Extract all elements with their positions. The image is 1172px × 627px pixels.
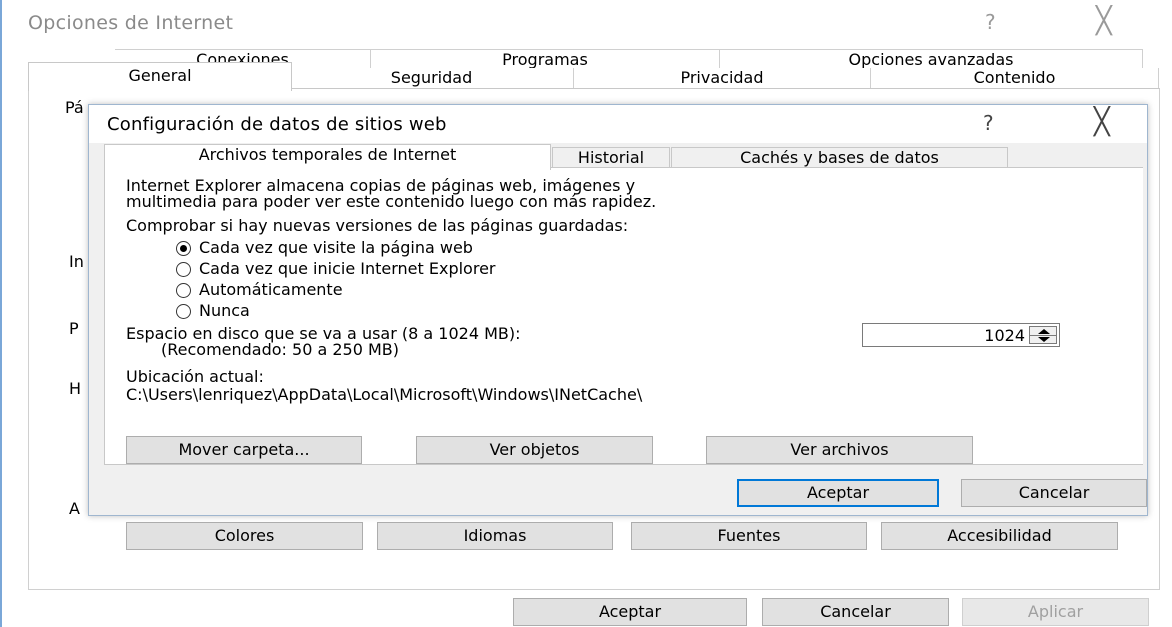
- help-icon[interactable]: ?: [985, 10, 996, 34]
- section-label-peek: A: [69, 499, 80, 518]
- disk-space-value[interactable]: 1024: [984, 326, 1025, 345]
- radio-every-start[interactable]: [176, 262, 191, 277]
- dialog-titlebar: Configuración de datos de sitios web ? ╳: [89, 105, 1147, 143]
- view-objects-button[interactable]: Ver objetos: [416, 436, 653, 464]
- tab-privacidad[interactable]: Privacidad: [574, 68, 871, 90]
- disk-space-recommended: (Recomendado: 50 a 250 MB): [161, 340, 400, 359]
- radio-label[interactable]: Automáticamente: [199, 281, 343, 299]
- section-label-peek: Pá: [65, 98, 84, 117]
- window-left-edge: [0, 0, 2, 627]
- current-location-path: C:\Users\lenriquez\AppData\Local\Microso…: [126, 385, 643, 404]
- tab-temporary-files[interactable]: Archivos temporales de Internet: [104, 144, 551, 170]
- help-icon[interactable]: ?: [983, 111, 994, 135]
- radio-label[interactable]: Cada vez que visite la página web: [199, 239, 473, 257]
- section-label-peek: H: [69, 379, 82, 398]
- website-data-settings-dialog: Configuración de datos de sitios web ? ╳…: [88, 104, 1148, 516]
- move-folder-button[interactable]: Mover carpeta...: [126, 436, 362, 464]
- close-icon[interactable]: ╳: [1094, 107, 1110, 137]
- colors-button[interactable]: Colores: [126, 522, 363, 550]
- ok-button[interactable]: Aceptar: [513, 598, 747, 626]
- accessibility-button[interactable]: Accesibilidad: [881, 522, 1118, 550]
- languages-button[interactable]: Idiomas: [377, 522, 613, 550]
- description-text: multimedia para poder ver este contenido…: [126, 192, 657, 211]
- view-files-button[interactable]: Ver archivos: [706, 436, 973, 464]
- cancel-button[interactable]: Cancelar: [762, 598, 949, 626]
- tab-contenido[interactable]: Contenido: [871, 68, 1159, 90]
- tab-seguridad[interactable]: Seguridad: [290, 68, 574, 90]
- tab-general[interactable]: General: [28, 62, 292, 91]
- temporary-files-panel: Internet Explorer almacena copias de pág…: [104, 167, 1143, 465]
- radio-never[interactable]: [176, 304, 191, 319]
- section-label-peek: P: [69, 319, 79, 338]
- ok-button[interactable]: Aceptar: [737, 479, 939, 507]
- apply-button[interactable]: Aplicar: [962, 598, 1149, 626]
- cancel-button[interactable]: Cancelar: [961, 479, 1147, 507]
- radio-label[interactable]: Nunca: [199, 302, 250, 320]
- disk-space-stepper[interactable]: 1024: [862, 323, 1060, 347]
- arrow-up-icon[interactable]: [1038, 329, 1050, 334]
- check-versions-label: Comprobar si hay nuevas versiones de las…: [126, 216, 629, 235]
- radio-every-visit[interactable]: [176, 241, 191, 256]
- spinner-arrows[interactable]: [1029, 326, 1057, 344]
- radio-automatic[interactable]: [176, 283, 191, 298]
- arrow-down-icon[interactable]: [1038, 337, 1050, 342]
- fonts-button[interactable]: Fuentes: [631, 522, 867, 550]
- radio-label[interactable]: Cada vez que inicie Internet Explorer: [199, 260, 495, 278]
- close-icon[interactable]: ╳: [1096, 6, 1112, 36]
- section-label-peek: In: [69, 252, 84, 271]
- window-title: Opciones de Internet: [28, 12, 234, 34]
- current-location-label: Ubicación actual:: [126, 367, 264, 386]
- dialog-title: Configuración de datos de sitios web: [107, 114, 447, 135]
